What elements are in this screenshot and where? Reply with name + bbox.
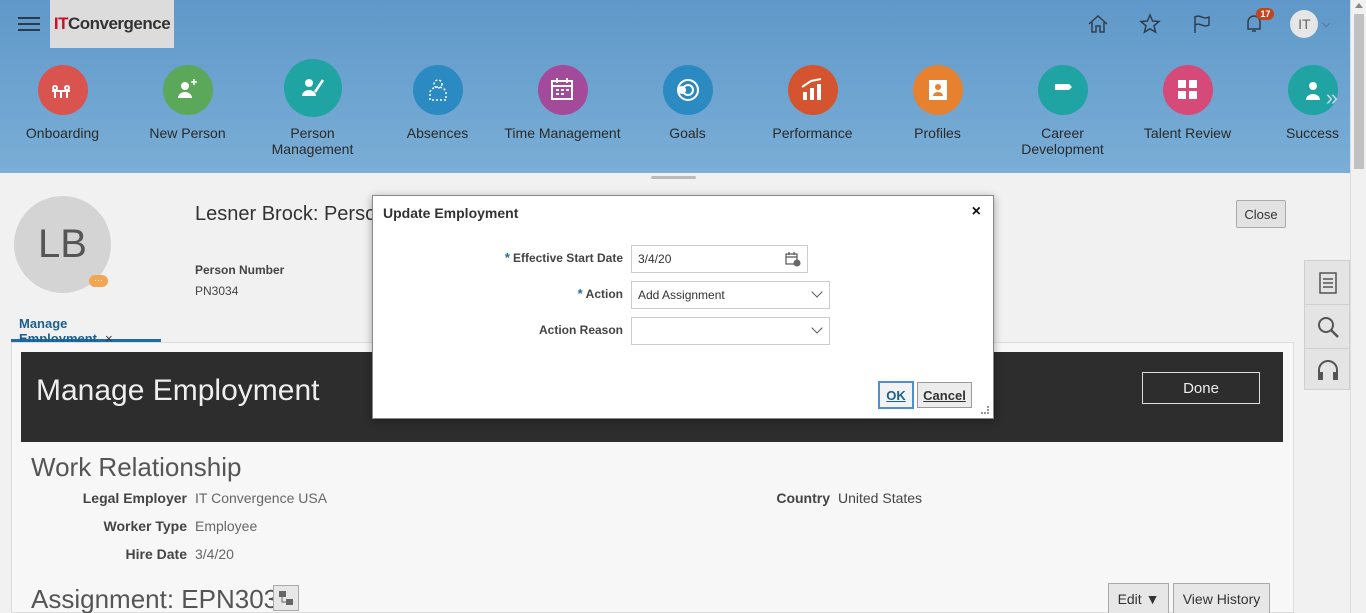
- springboard-app-label: Performance: [772, 125, 853, 141]
- flag-icon[interactable]: [1176, 10, 1228, 38]
- country-label: Country: [776, 490, 830, 506]
- country-value: United States: [838, 490, 923, 506]
- onboarding-icon: [37, 65, 88, 115]
- action-value: Add Assignment: [638, 288, 725, 302]
- new-person-icon: [162, 65, 213, 115]
- springboard-app-label: Success: [1286, 125, 1339, 141]
- springboard-app-profiles[interactable]: Profiles: [875, 58, 1000, 141]
- person-number-label: Person Number: [195, 263, 285, 277]
- person-number-value: PN3034: [195, 284, 239, 298]
- springboard-app-label: Absences: [406, 125, 469, 141]
- assignment-heading: Assignment: EPN3034: [31, 584, 293, 613]
- header-actions: 17 IT ⌵: [1072, 8, 1330, 38]
- favorites-star-icon[interactable]: [1124, 10, 1176, 38]
- springboard-app-label: Profiles: [914, 125, 961, 141]
- springboard-app-career-development[interactable]: Career Development: [1000, 58, 1125, 157]
- field-label-text: Effective Start Date: [512, 251, 623, 265]
- springboard-next-icon[interactable]: »: [1326, 85, 1338, 111]
- legal-employer-label: Legal Employer: [82, 490, 187, 506]
- more-info-badge[interactable]: ···: [89, 275, 108, 287]
- scrollbar-thumb[interactable]: [1354, 14, 1364, 169]
- worker-type-label: Worker Type: [103, 518, 187, 534]
- goals-icon: [662, 65, 713, 115]
- close-button[interactable]: Close: [1236, 200, 1286, 228]
- vertical-scrollbar[interactable]: [1350, 0, 1366, 613]
- worker-type-value: Employee: [195, 518, 258, 534]
- company-logo[interactable]: IT Convergence: [50, 0, 174, 48]
- legal-employer-value: IT Convergence USA: [195, 490, 328, 506]
- field-label-text: Action: [585, 287, 623, 301]
- talent-review-icon: [1162, 65, 1213, 115]
- notifications-icon[interactable]: 17: [1228, 8, 1280, 38]
- tab-manage-employment[interactable]: Manage Employment ×: [11, 310, 161, 346]
- action-reason-label: Action Reason: [538, 323, 623, 337]
- required-indicator: *: [577, 286, 583, 301]
- performance-icon: [787, 65, 838, 115]
- update-employment-dialog: Update Employment × * Effective Start Dat…: [372, 195, 994, 419]
- notifications-count-badge: 17: [1256, 8, 1275, 20]
- time-management-icon: [537, 65, 588, 115]
- springboard-app-person-management[interactable]: Person Management: [250, 58, 375, 157]
- springboard-app-onboarding[interactable]: Onboarding: [0, 58, 125, 141]
- person-name-title: Lesner Brock: Perso: [195, 203, 377, 225]
- global-header: IT Convergence 17 IT ⌵ Onboarding New Pers…: [0, 0, 1350, 173]
- side-toolbar: [1304, 260, 1351, 393]
- required-indicator: *: [504, 250, 510, 265]
- springboard-app-label: Goals: [669, 125, 706, 141]
- collapse-header-handle[interactable]: [651, 176, 696, 179]
- springboard-app-talent-review[interactable]: Talent Review: [1125, 58, 1250, 141]
- cancel-button[interactable]: Cancel: [917, 382, 972, 408]
- help-headset-icon[interactable]: [1305, 349, 1351, 393]
- springboard-app-goals[interactable]: Goals: [625, 58, 750, 141]
- effective-start-date-label: * Effective Start Date: [383, 250, 623, 265]
- springboard-app-success[interactable]: Success: [1250, 58, 1366, 141]
- profiles-icon: [912, 65, 963, 115]
- page-title: Manage Employment: [36, 374, 320, 407]
- chevron-down-icon[interactable]: ⌵: [1322, 19, 1330, 30]
- dialog-title: Update Employment: [383, 205, 519, 221]
- done-button[interactable]: Done: [1142, 372, 1260, 404]
- dialog-close-icon[interactable]: ×: [972, 203, 981, 221]
- scroll-up-icon[interactable]: [1355, 3, 1363, 8]
- springboard-app-label: Time Management: [504, 125, 621, 141]
- person-management-icon: [283, 59, 342, 117]
- action-select[interactable]: Add Assignment: [631, 281, 830, 309]
- calendar-icon[interactable]: [785, 251, 801, 267]
- chevron-down-icon: [811, 322, 823, 334]
- ok-button[interactable]: OK: [878, 381, 914, 409]
- document-icon[interactable]: [1305, 261, 1351, 305]
- career-development-icon: [1037, 65, 1088, 115]
- logo-text: Convergence: [67, 14, 171, 33]
- home-icon[interactable]: [1072, 10, 1124, 38]
- action-label: * Action: [383, 286, 623, 301]
- springboard-app-label: New Person: [149, 125, 226, 141]
- springboard-app-absences[interactable]: Absences: [375, 58, 500, 141]
- edit-menu-button[interactable]: Edit ▼: [1108, 583, 1169, 613]
- edit-label: Edit: [1117, 591, 1142, 607]
- navigator-menu-icon[interactable]: [18, 14, 40, 34]
- absences-icon: [412, 65, 463, 115]
- assignment-org-chart-icon[interactable]: [273, 585, 299, 611]
- chevron-down-icon: [811, 286, 823, 298]
- springboard-app-time-management[interactable]: Time Management: [500, 58, 625, 141]
- work-relationship-heading: Work Relationship: [31, 452, 242, 482]
- effective-start-date-input[interactable]: 3/4/20: [631, 245, 808, 273]
- dialog-resize-handle[interactable]: [981, 406, 989, 414]
- logo-prefix: IT: [53, 14, 69, 33]
- springboard-app-new-person[interactable]: New Person: [125, 58, 250, 141]
- user-menu-avatar[interactable]: IT: [1290, 10, 1319, 38]
- hire-date-value: 3/4/20: [195, 546, 234, 562]
- springboard-strip: Onboarding New Person Person Management Abs…: [0, 58, 1340, 168]
- hire-date-label: Hire Date: [125, 546, 187, 562]
- search-icon[interactable]: [1305, 305, 1351, 349]
- springboard-app-performance[interactable]: Performance: [750, 58, 875, 141]
- springboard-app-label: Career Development: [1021, 125, 1104, 157]
- date-value: 3/4/20: [638, 252, 672, 266]
- view-history-button[interactable]: View History: [1173, 583, 1270, 613]
- springboard-app-label: Onboarding: [25, 125, 100, 141]
- springboard-app-label: Person Management: [271, 125, 354, 157]
- action-reason-select[interactable]: [631, 317, 830, 345]
- springboard-app-label: Talent Review: [1143, 125, 1232, 141]
